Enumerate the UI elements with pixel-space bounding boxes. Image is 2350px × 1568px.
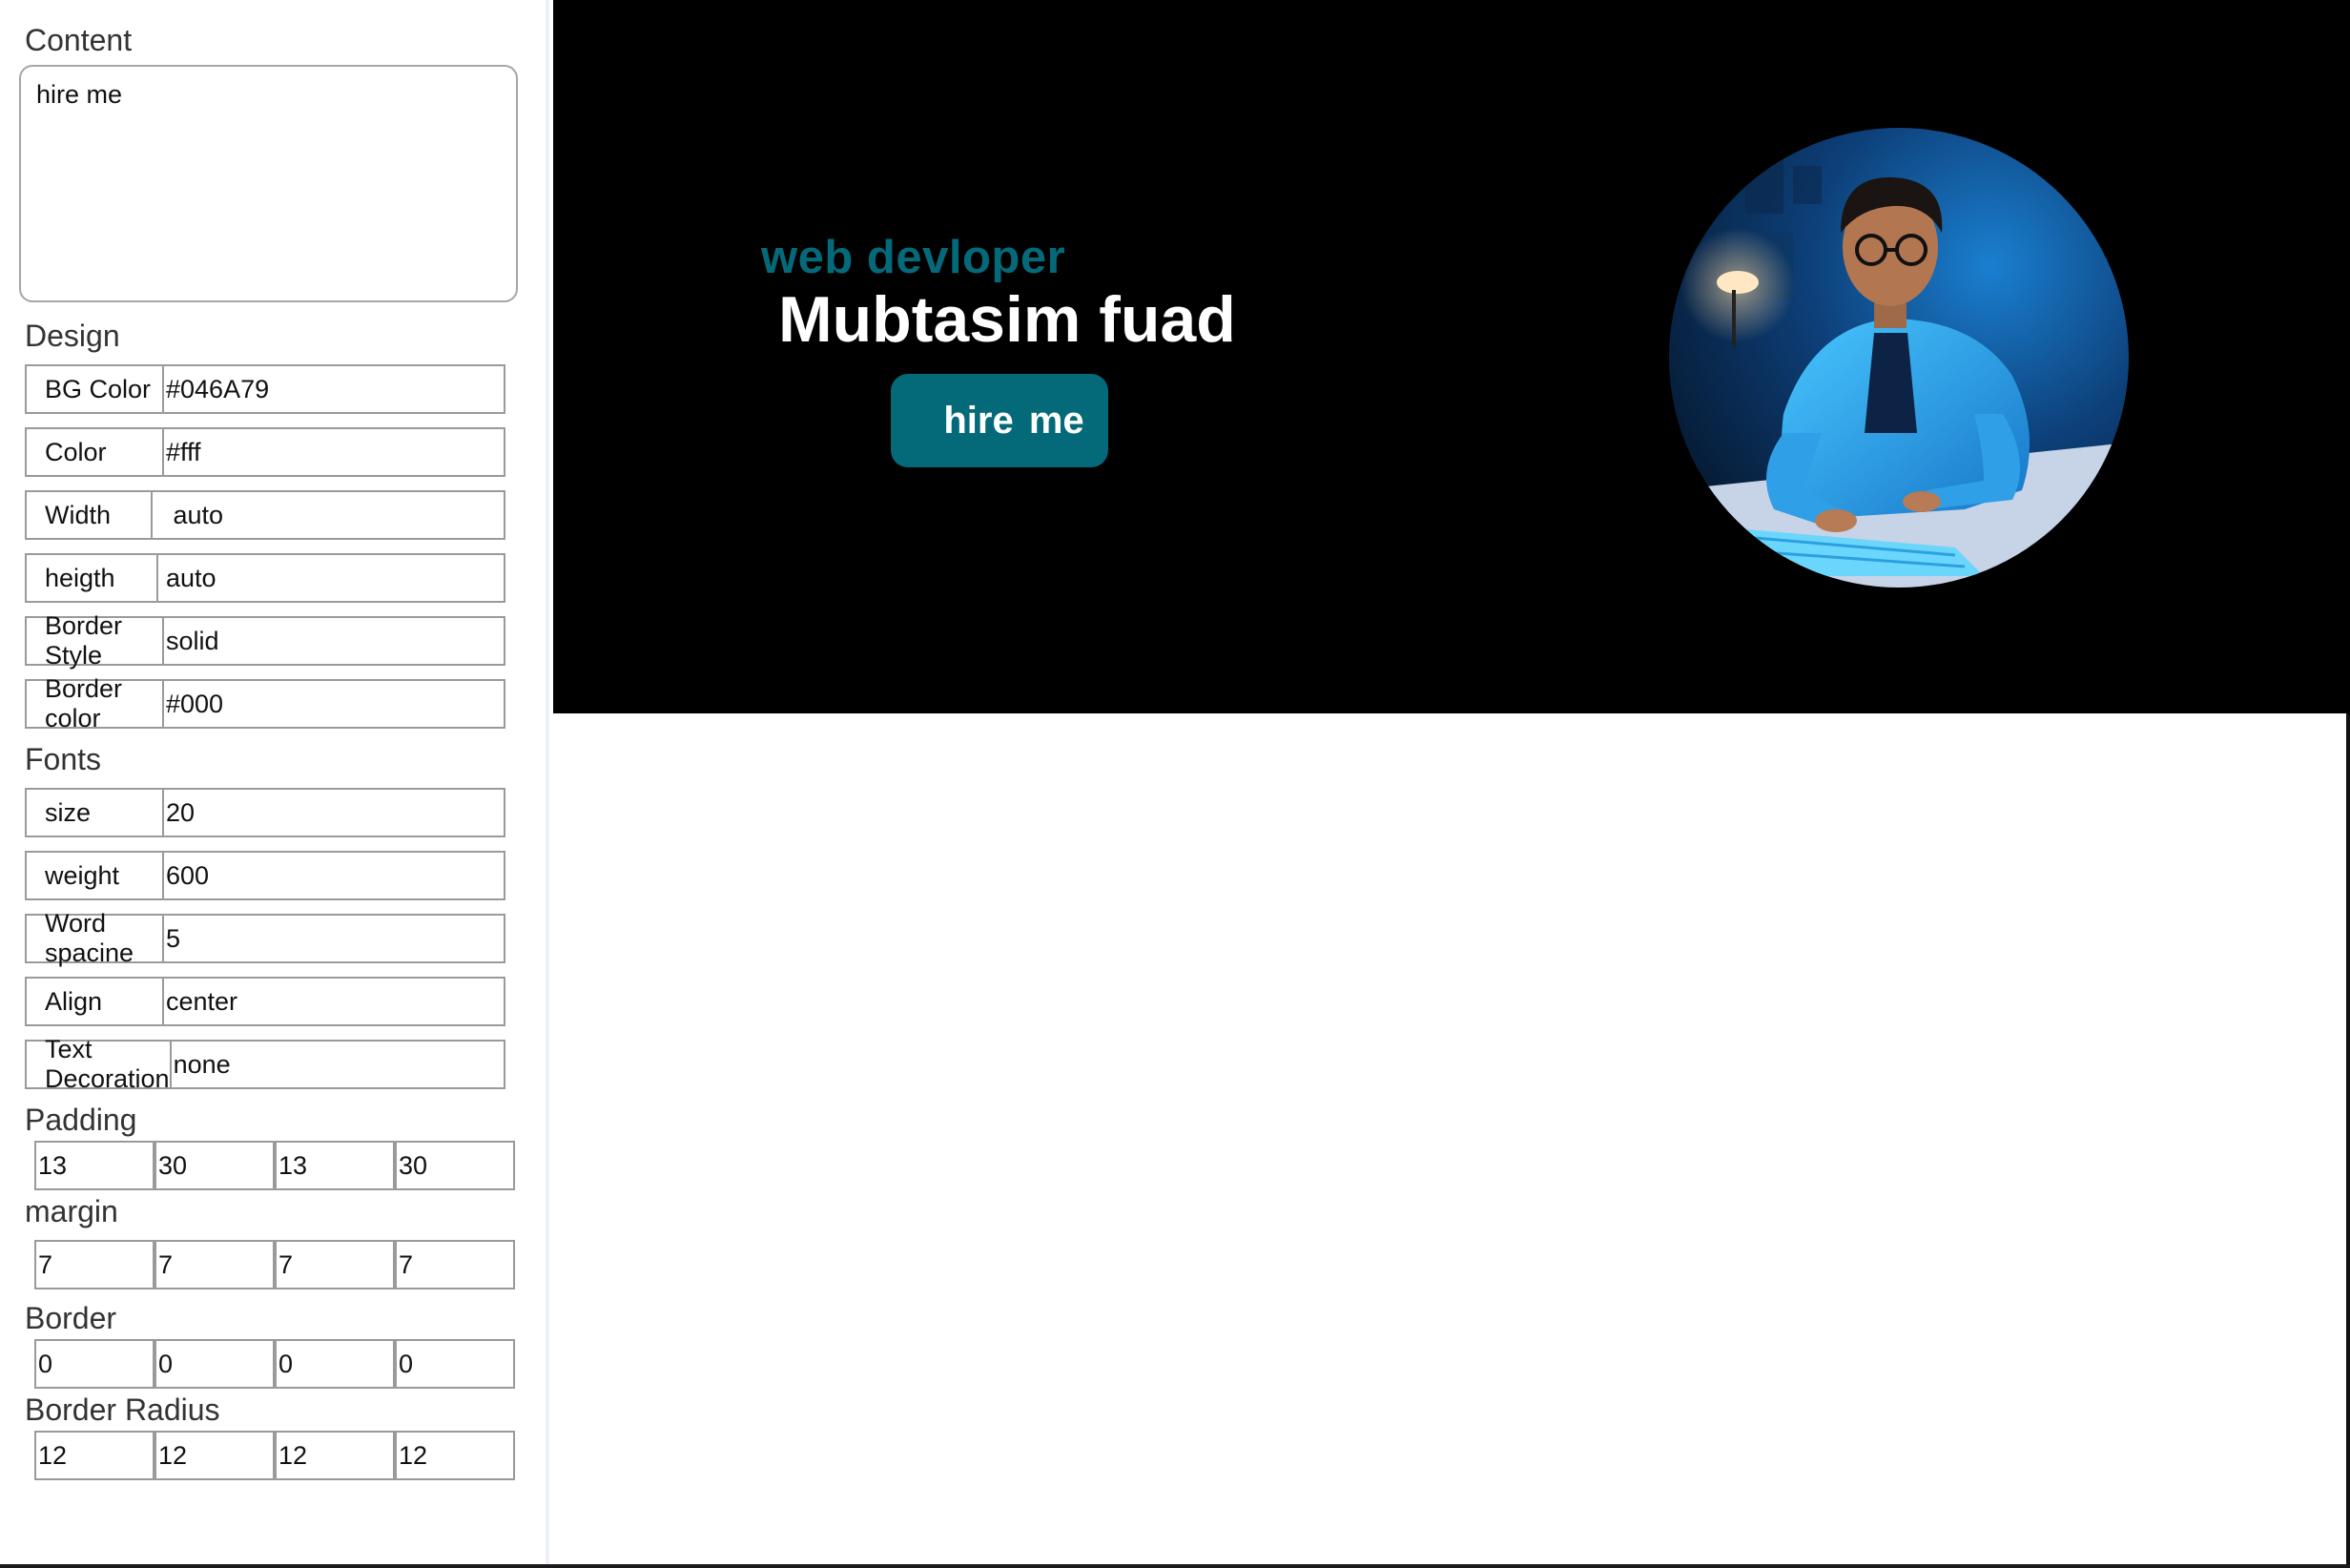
bg-color-label: BG Color	[27, 366, 164, 412]
preview-right-border	[2346, 713, 2350, 1568]
border-top-input[interactable]	[34, 1339, 155, 1389]
height-label: heigth	[27, 555, 158, 601]
radius-top-right-input[interactable]	[155, 1431, 275, 1480]
width-label: Width	[27, 492, 153, 538]
text-decoration-label: Text Decoration	[27, 1035, 172, 1093]
word-spacing-label: Word spacine	[27, 909, 164, 967]
border-radius-inputs	[34, 1431, 515, 1480]
radius-bottom-right-input[interactable]	[275, 1431, 395, 1480]
color-row: Color	[25, 427, 505, 477]
padding-section-title: Padding	[25, 1103, 137, 1137]
margin-bottom-input[interactable]	[275, 1240, 395, 1289]
hero-title: Mubtasim fuad	[778, 283, 1236, 356]
editor-sidebar: Content hire me Design BG Color Color Wi…	[0, 0, 549, 1568]
align-row: Align	[25, 977, 505, 1026]
border-section-title: Border	[25, 1301, 117, 1335]
padding-inputs	[34, 1141, 515, 1190]
margin-top-input[interactable]	[34, 1240, 155, 1289]
padding-top-input[interactable]	[34, 1141, 155, 1190]
color-input[interactable]	[164, 429, 504, 475]
content-textarea[interactable]: hire me	[19, 65, 518, 302]
content-section-title: Content	[25, 23, 133, 57]
hire-me-button[interactable]: hire me	[891, 374, 1108, 467]
border-bottom-input[interactable]	[275, 1339, 395, 1389]
radius-top-left-input[interactable]	[34, 1431, 155, 1480]
developer-portrait-icon	[1669, 128, 2129, 588]
height-input[interactable]	[158, 555, 504, 601]
font-weight-label: weight	[27, 853, 164, 898]
align-input[interactable]	[164, 979, 504, 1024]
border-color-row: Border color	[25, 674, 505, 732]
border-radius-section-title: Border Radius	[25, 1393, 220, 1427]
color-label: Color	[27, 429, 164, 475]
padding-left-input[interactable]	[395, 1141, 515, 1190]
margin-inputs	[34, 1240, 515, 1289]
preview-bottom-border	[0, 1564, 2350, 1568]
margin-section-title: margin	[25, 1194, 118, 1228]
font-weight-input[interactable]	[164, 853, 504, 898]
fonts-section-title: Fonts	[25, 742, 102, 776]
font-weight-row: weight	[25, 851, 505, 900]
border-style-label: Border Style	[27, 611, 164, 670]
width-input[interactable]	[153, 492, 504, 538]
border-right-input[interactable]	[155, 1339, 275, 1389]
radius-bottom-left-input[interactable]	[395, 1431, 515, 1480]
design-section-title: Design	[25, 319, 120, 353]
border-style-row: Border Style	[25, 611, 505, 670]
align-label: Align	[27, 979, 164, 1024]
border-left-input[interactable]	[395, 1339, 515, 1389]
text-decoration-input[interactable]	[171, 1042, 511, 1087]
width-row: Width	[25, 490, 505, 540]
word-spacing-input[interactable]	[164, 916, 504, 961]
hero-subtitle: web devloper	[761, 232, 1066, 283]
border-inputs	[34, 1339, 515, 1389]
preview-canvas: web devloper Mubtasim fuad hire me	[553, 0, 2350, 1568]
hero-section: web devloper Mubtasim fuad hire me	[553, 0, 2350, 713]
font-size-input[interactable]	[164, 790, 504, 836]
bg-color-row: BG Color	[25, 364, 505, 414]
margin-left-input[interactable]	[395, 1240, 515, 1289]
word-spacing-row: Word spacine	[25, 909, 505, 967]
border-style-input[interactable]	[164, 618, 504, 664]
bg-color-input[interactable]	[164, 366, 504, 412]
font-size-label: size	[27, 790, 164, 836]
padding-bottom-input[interactable]	[275, 1141, 395, 1190]
border-color-input[interactable]	[164, 681, 504, 727]
height-row: heigth	[25, 553, 505, 603]
padding-right-input[interactable]	[155, 1141, 275, 1190]
text-decoration-row: Text Decoration	[25, 1035, 511, 1093]
font-size-row: size	[25, 788, 505, 837]
border-color-label: Border color	[27, 674, 164, 732]
margin-right-input[interactable]	[155, 1240, 275, 1289]
